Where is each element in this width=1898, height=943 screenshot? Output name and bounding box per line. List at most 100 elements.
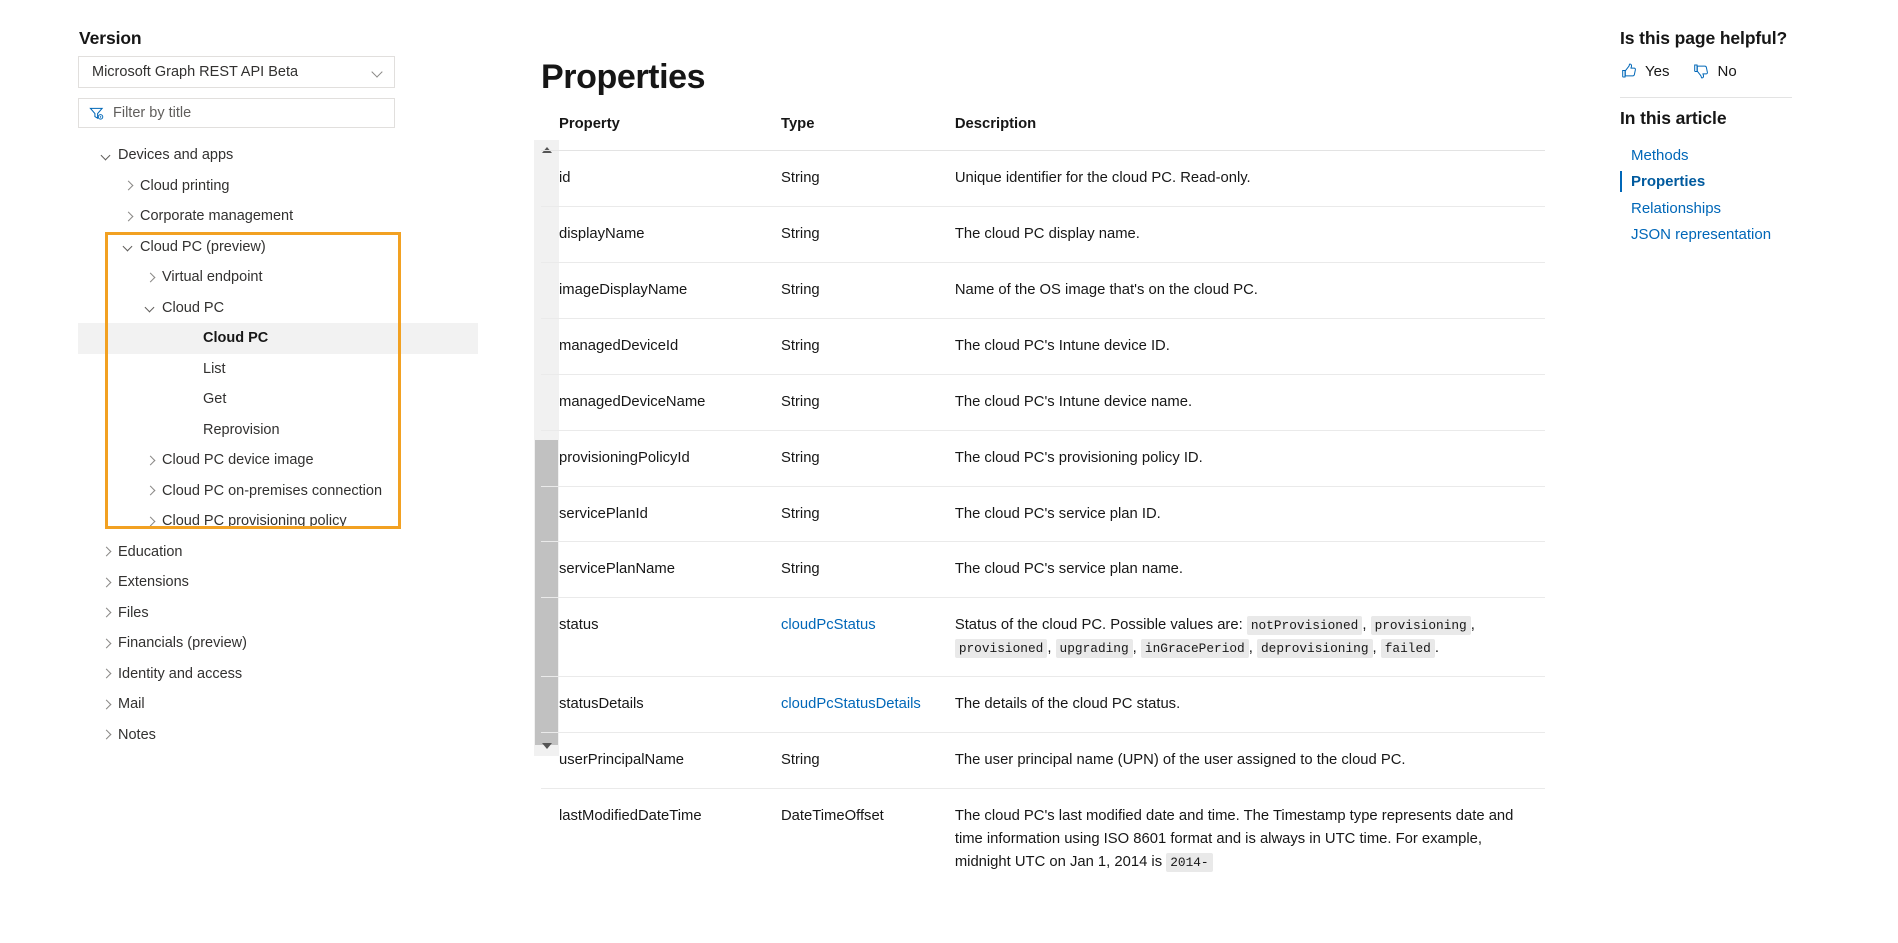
tree-item-label: Cloud printing: [140, 177, 230, 194]
description-text: ,: [1470, 617, 1475, 634]
tree-item-label: Extensions: [118, 574, 189, 591]
chevron-right-icon[interactable]: [122, 179, 135, 192]
cell-description: Name of the OS image that's on the cloud…: [936, 262, 1545, 319]
tree-item-label: Devices and apps: [118, 147, 234, 164]
tree-item-cloud-printing[interactable]: Cloud printing: [78, 171, 478, 202]
tree-item-label: Financials (preview): [118, 635, 247, 652]
no-icon: [185, 423, 198, 436]
version-label: Version: [79, 28, 142, 48]
toc-tree[interactable]: Devices and apps Cloud printing Corporate …: [78, 140, 478, 760]
tree-item-corporate-management[interactable]: Corporate management: [78, 201, 478, 232]
cell-type: String: [763, 541, 937, 599]
cell-type: String: [763, 732, 937, 790]
tree-item-cloud-pc[interactable]: Cloud PC: [78, 323, 478, 354]
toc-link-json-representation[interactable]: JSON representation: [1620, 222, 1860, 249]
table-row: id String Unique identifier for the cloud …: [541, 150, 1545, 207]
table-row: servicePlanName String The cloud PC's serv…: [541, 541, 1545, 599]
cell-property: managedDeviceName: [541, 374, 763, 431]
tree-item-files[interactable]: Files: [78, 598, 478, 629]
toc-link-properties[interactable]: Properties: [1620, 169, 1860, 196]
tree-item-cloud-pc-provisioning-policy[interactable]: Cloud PC provisioning policy: [78, 506, 478, 537]
tree-item-label: Cloud PC on-premises connection: [162, 482, 383, 499]
chevron-down-icon[interactable]: [122, 240, 135, 253]
thumbs-up-label: Yes: [1645, 62, 1670, 80]
cell-property: lastModifiedDateTime: [559, 808, 702, 825]
description-text: The cloud PC's service plan name.: [954, 561, 1184, 578]
type-link[interactable]: cloudPcStatusDetails: [781, 696, 921, 712]
page-title: Properties: [541, 57, 706, 96]
cell-description: The user principal name (UPN) of the use…: [936, 732, 1545, 790]
toc-link-methods[interactable]: Methods: [1620, 142, 1860, 169]
tree-item-extensions[interactable]: Extensions: [78, 567, 478, 598]
chevron-right-icon[interactable]: [100, 637, 113, 650]
cell-type: String: [763, 150, 937, 207]
cell-description: The cloud PC's Intune device name.: [936, 374, 1545, 431]
tree-item-list[interactable]: List: [78, 354, 478, 385]
cell-description: The cloud PC's provisioning policy ID.: [936, 430, 1545, 487]
cell-property: displayName: [541, 206, 763, 263]
tree-item-cloud-pc-preview[interactable]: Cloud PC (preview): [78, 232, 478, 263]
chevron-right-icon[interactable]: [100, 698, 113, 711]
version-select-value: Microsoft Graph REST API Beta: [92, 64, 299, 80]
description-text: Status of the cloud PC. Possible values …: [954, 617, 1247, 634]
cell-property: status: [541, 597, 763, 678]
chevron-right-icon[interactable]: [100, 728, 113, 741]
table-row: statusDetails cloudPcStatusDetails The det…: [541, 676, 1545, 734]
tree-item-label: Cloud PC device image: [162, 452, 314, 469]
in-this-article-list[interactable]: Methods Properties Relationships JSON repre…: [1620, 142, 1860, 248]
cell-property: managedDeviceId: [541, 318, 763, 375]
version-select[interactable]: Microsoft Graph REST API Beta: [78, 56, 395, 88]
tree-item-cloud-pc-device-image[interactable]: Cloud PC device image: [78, 445, 478, 476]
cell-property: userPrincipalName: [541, 732, 763, 790]
tree-item-mail[interactable]: Mail: [78, 689, 478, 720]
tree-item-financials-preview[interactable]: Financials (preview): [78, 628, 478, 659]
tree-item-label: Reprovision: [203, 421, 280, 438]
cell-description: The cloud PC's service plan ID.: [936, 486, 1545, 543]
cell-description: The cloud PC's last modified date and ti…: [937, 789, 1545, 890]
chevron-down-icon[interactable]: [100, 149, 113, 162]
description-text: ,: [1047, 640, 1056, 657]
toc-link-relationships[interactable]: Relationships: [1620, 195, 1860, 222]
tree-item-notes[interactable]: Notes: [78, 720, 478, 751]
chevron-down-icon: [373, 67, 384, 78]
column-header-description: Description: [936, 116, 1545, 151]
chevron-right-icon[interactable]: [144, 515, 157, 528]
tree-item-education[interactable]: Education: [78, 537, 478, 568]
chevron-right-icon[interactable]: [144, 454, 157, 467]
cell-property: imageDisplayName: [541, 262, 763, 319]
tree-item-cloud-pc[interactable]: Cloud PC: [78, 293, 478, 324]
inline-code: notProvisioned: [1246, 616, 1363, 636]
description-text: The cloud PC's last modified date and ti…: [954, 808, 1514, 870]
tree-item-reprovision[interactable]: Reprovision: [78, 415, 478, 446]
tree-item-label: Cloud PC: [162, 299, 225, 316]
tree-item-label: List: [203, 360, 226, 377]
chevron-right-icon[interactable]: [100, 606, 113, 619]
thumbs-up-button[interactable]: Yes: [1620, 62, 1683, 80]
description-text: The cloud PC's Intune device ID.: [954, 337, 1170, 354]
chevron-down-icon[interactable]: [144, 301, 157, 314]
tree-item-label: Cloud PC (preview): [140, 238, 266, 255]
chevron-right-icon[interactable]: [100, 545, 113, 558]
chevron-right-icon[interactable]: [144, 271, 157, 284]
tree-item-get[interactable]: Get: [78, 384, 478, 415]
tree-item-virtual-endpoint[interactable]: Virtual endpoint: [78, 262, 478, 293]
table-row: lastModifiedDateTime DateTimeOffset The cl…: [541, 789, 1545, 890]
tree-item-identity-and-access[interactable]: Identity and access: [78, 659, 478, 690]
cell-description: The details of the cloud PC status.: [936, 676, 1545, 734]
tree-item-label: Cloud PC provisioning policy: [162, 513, 347, 530]
chevron-right-icon[interactable]: [144, 484, 157, 497]
description-text: The details of the cloud PC status.: [954, 696, 1181, 713]
cell-type: String: [763, 262, 937, 319]
chevron-right-icon[interactable]: [100, 667, 113, 680]
tree-item-cloud-pc-on-premises-connection[interactable]: Cloud PC on-premises connection: [78, 476, 478, 507]
cell-description: The cloud PC's service plan name.: [936, 541, 1545, 599]
type-link[interactable]: cloudPcStatus: [781, 617, 876, 633]
tree-item-devices-and-apps[interactable]: Devices and apps: [78, 140, 478, 171]
tree-item-label: Mail: [118, 696, 145, 713]
chevron-right-icon[interactable]: [122, 210, 135, 223]
filter-by-title-input[interactable]: Filter by title: [78, 98, 395, 128]
toc-link-label: Properties: [1631, 173, 1706, 191]
column-header-type: Type: [763, 116, 937, 151]
chevron-right-icon[interactable]: [100, 576, 113, 589]
thumbs-down-button[interactable]: No: [1692, 62, 1750, 80]
